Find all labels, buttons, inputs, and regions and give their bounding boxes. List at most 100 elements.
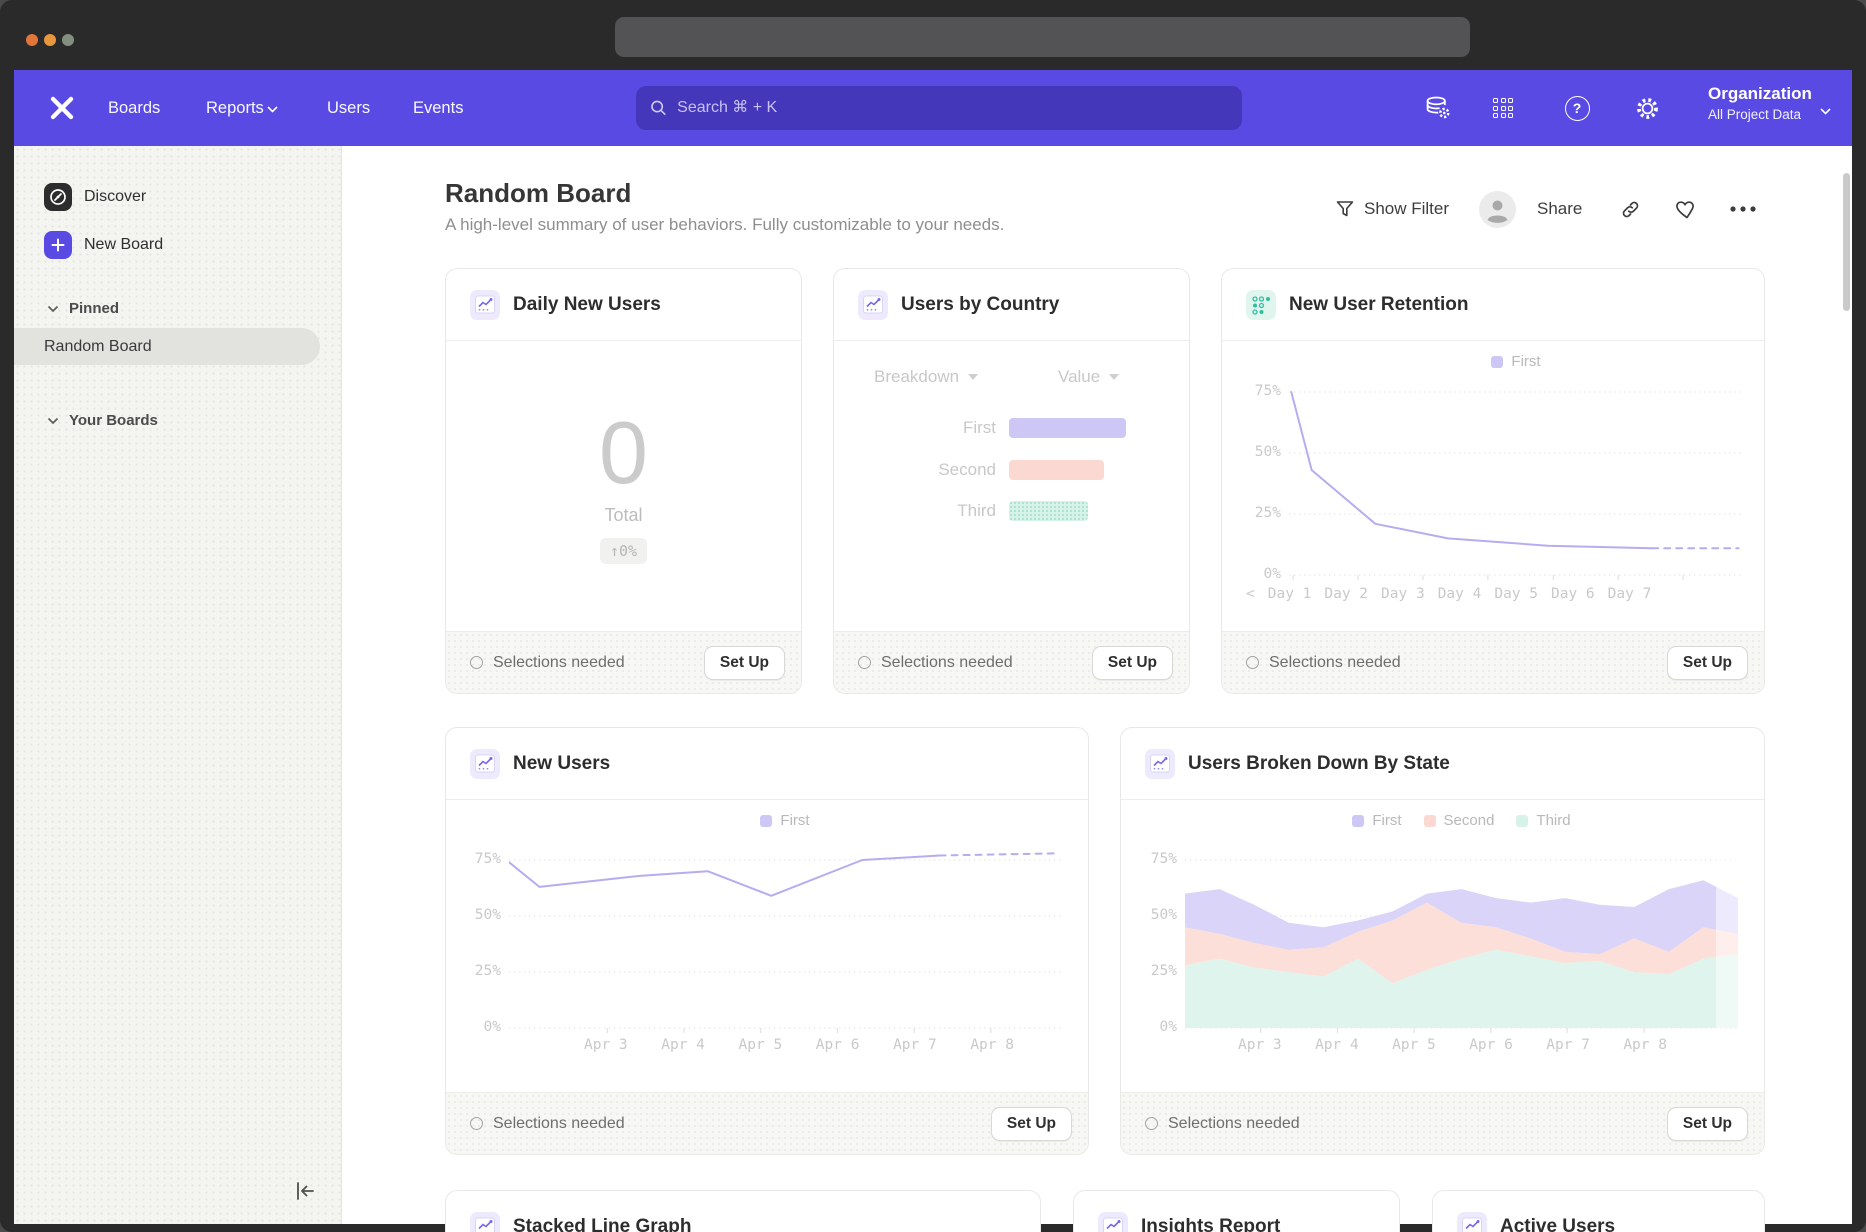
link-icon xyxy=(1619,198,1642,221)
global-search[interactable] xyxy=(636,86,1242,130)
bar-second xyxy=(1009,460,1104,480)
ellipsis-icon xyxy=(1729,205,1757,213)
sidebar-item-new-board[interactable]: New Board xyxy=(44,231,163,259)
retention-grid-icon xyxy=(1246,290,1276,320)
nav-item-users[interactable]: Users xyxy=(327,70,370,146)
insights-chart-icon xyxy=(1145,749,1175,779)
browser-address-bar[interactable] xyxy=(615,17,1470,57)
set-up-button[interactable]: Set Up xyxy=(991,1107,1072,1141)
help-icon: ? xyxy=(1565,96,1590,121)
sidebar-section-your-boards[interactable]: Your Boards xyxy=(47,412,158,429)
compass-icon xyxy=(44,183,72,211)
x-tick: Day 3 xyxy=(1381,586,1425,602)
status-circle-icon xyxy=(858,656,871,669)
data-settings-button[interactable] xyxy=(1418,70,1458,146)
scrollbar-thumb[interactable] xyxy=(1843,173,1850,311)
x-tick: Day 1 xyxy=(1268,586,1312,602)
x-tick: Apr 8 xyxy=(970,1037,1014,1053)
x-axis-labels: Apr 3 Apr 4 Apr 5 Apr 6 Apr 7 Apr 8 xyxy=(1238,1037,1667,1053)
value-dropdown[interactable]: Value xyxy=(1058,367,1119,387)
y-tick: 0% xyxy=(1127,1019,1177,1035)
y-tick: 50% xyxy=(451,907,501,923)
apps-grid-button[interactable] xyxy=(1483,70,1523,146)
window-titlebar xyxy=(0,0,1866,70)
org-scope: All Project Data xyxy=(1708,107,1812,122)
x-tick: Apr 7 xyxy=(1546,1037,1590,1053)
share-button[interactable]: Share xyxy=(1537,194,1582,224)
chevron-down-icon xyxy=(47,305,59,313)
status-text: Selections needed xyxy=(1269,654,1401,672)
card-title: Users by Country xyxy=(901,294,1059,316)
nav-item-events[interactable]: Events xyxy=(413,70,463,146)
legend-swatch-third xyxy=(1516,815,1528,827)
org-switcher[interactable]: Organization All Project Data xyxy=(1708,84,1812,122)
more-options-button[interactable] xyxy=(1729,194,1757,224)
y-tick: 50% xyxy=(1226,444,1281,460)
dropdown-label: Breakdown xyxy=(874,367,959,387)
org-name: Organization xyxy=(1708,84,1812,104)
status-circle-icon xyxy=(1145,1117,1158,1130)
dropdown-caret-icon xyxy=(1109,374,1119,380)
show-filter-label: Show Filter xyxy=(1364,199,1449,219)
sidebar-section-pinned[interactable]: Pinned xyxy=(47,300,119,317)
chevron-down-icon xyxy=(1820,108,1831,115)
y-tick: 25% xyxy=(451,963,501,979)
top-navbar: Boards Reports Users Events ? xyxy=(14,70,1852,146)
chevron-down-icon xyxy=(267,106,278,113)
card-title: Stacked Line Graph xyxy=(513,1216,691,1232)
heart-icon xyxy=(1675,198,1699,220)
insights-chart-icon xyxy=(1098,1212,1128,1232)
sidebar: Discover New Board Pinned Random Board Y… xyxy=(14,146,342,1224)
set-up-button[interactable]: Set Up xyxy=(1667,646,1748,680)
legend-label: First xyxy=(1372,812,1401,829)
search-input[interactable] xyxy=(677,99,1228,117)
gear-icon xyxy=(1634,95,1661,122)
legend-swatch-second xyxy=(1424,815,1436,827)
x-tick: Apr 8 xyxy=(1623,1037,1667,1053)
copy-link-button[interactable] xyxy=(1619,194,1642,224)
y-tick: 0% xyxy=(451,1019,501,1035)
apps-grid-icon xyxy=(1493,98,1513,118)
show-filter-button[interactable]: Show Filter xyxy=(1335,194,1449,224)
status-circle-icon xyxy=(470,656,483,669)
mixpanel-logo-icon[interactable] xyxy=(48,94,76,127)
traffic-light-close-icon[interactable] xyxy=(26,34,38,46)
card-title: Active Users xyxy=(1500,1216,1615,1232)
metric-label: Total xyxy=(604,505,642,526)
insights-chart-icon xyxy=(470,749,500,779)
card-stacked-line-graph: Stacked Line Graph xyxy=(445,1190,1041,1232)
avatar[interactable] xyxy=(1479,194,1516,224)
insights-chart-icon xyxy=(470,1212,500,1232)
set-up-button[interactable]: Set Up xyxy=(1667,1107,1748,1141)
x-tick[interactable]: < xyxy=(1246,586,1255,602)
traffic-light-minimize-icon[interactable] xyxy=(44,34,56,46)
browser-window: Boards Reports Users Events ? xyxy=(0,0,1866,1232)
favorite-button[interactable] xyxy=(1675,194,1699,224)
sidebar-item-random-board[interactable]: Random Board xyxy=(14,328,320,365)
set-up-button[interactable]: Set Up xyxy=(1092,646,1173,680)
settings-button[interactable] xyxy=(1627,70,1667,146)
database-gear-icon xyxy=(1425,95,1451,121)
y-tick: 25% xyxy=(1127,963,1177,979)
page-title: Random Board xyxy=(445,178,631,209)
card-users-by-state: Users Broken Down By State First Second … xyxy=(1120,727,1765,1155)
x-tick: Apr 6 xyxy=(1469,1037,1513,1053)
nav-item-boards[interactable]: Boards xyxy=(108,70,160,146)
legend-swatch-first xyxy=(760,815,772,827)
help-button[interactable]: ? xyxy=(1557,70,1597,146)
sidebar-item-discover[interactable]: Discover xyxy=(44,183,146,211)
set-up-button[interactable]: Set Up xyxy=(704,646,785,680)
collapse-sidebar-button[interactable] xyxy=(292,1178,318,1204)
traffic-light-zoom-icon[interactable] xyxy=(62,34,74,46)
x-tick: Apr 3 xyxy=(584,1037,628,1053)
retention-line-chart xyxy=(1289,362,1743,592)
breakdown-dropdown[interactable]: Breakdown xyxy=(874,367,978,387)
x-tick: Day 2 xyxy=(1324,586,1368,602)
x-tick: Apr 6 xyxy=(816,1037,860,1053)
dropdown-caret-icon xyxy=(968,374,978,380)
status-circle-icon xyxy=(1246,656,1259,669)
status-circle-icon xyxy=(470,1117,483,1130)
section-label: Your Boards xyxy=(69,412,158,429)
y-tick: 75% xyxy=(1226,383,1281,399)
nav-item-reports[interactable]: Reports xyxy=(206,70,264,146)
